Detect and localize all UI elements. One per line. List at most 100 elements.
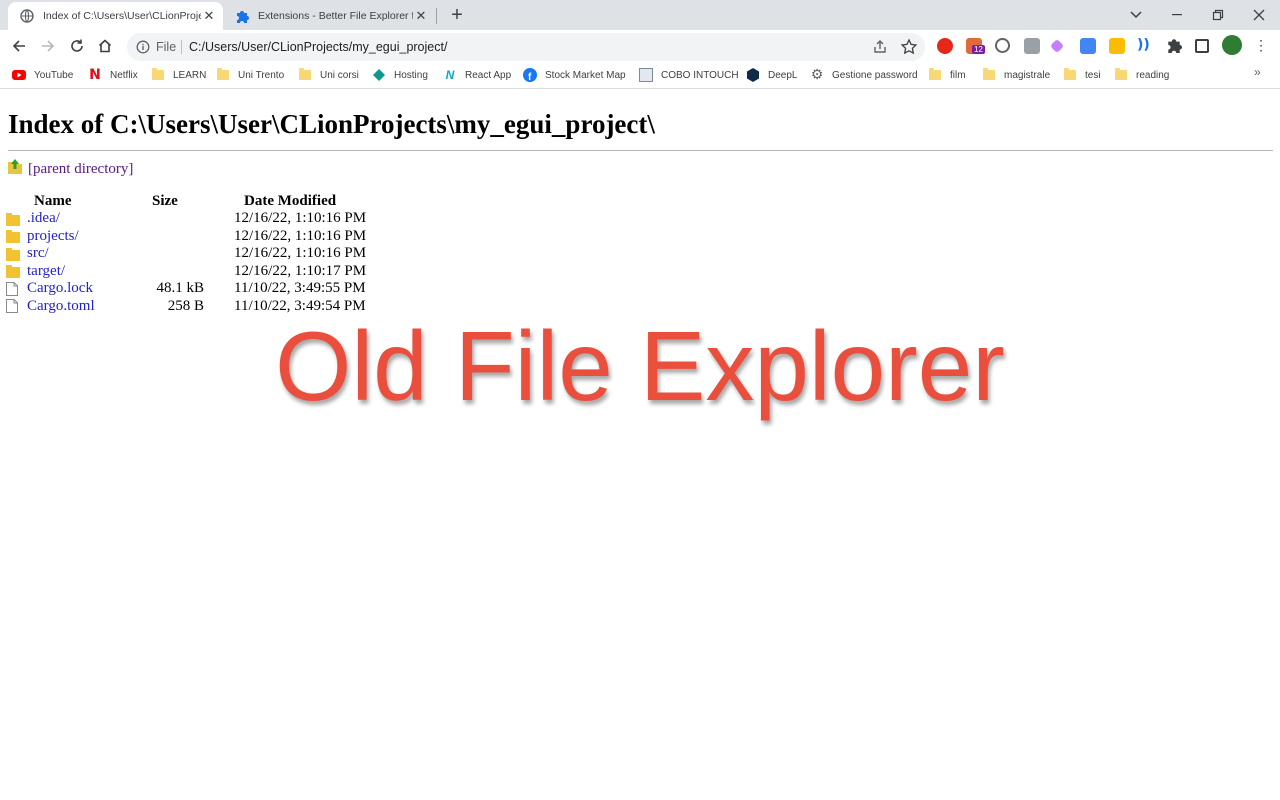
table-row: projects/ 12/16/22, 1:10:16 PM (6, 228, 366, 246)
folder-icon (6, 247, 20, 261)
table-header: Name Size Date Modified (6, 192, 366, 210)
bookmark-netflix[interactable]: N Netflix (88, 67, 138, 83)
bookmark-cobo-intouch[interactable]: COBO INTOUCH (639, 67, 739, 83)
entry-date: 12/16/22, 1:10:16 PM (234, 210, 367, 227)
column-date-header[interactable]: Date Modified (222, 192, 366, 210)
bookmark-label: Netflix (110, 69, 138, 81)
tab-search-icon[interactable] (1116, 0, 1156, 30)
page-title: Index of C:\Users\User\CLionProjects\my_… (8, 109, 655, 139)
entry-date: 12/16/22, 1:10:16 PM (234, 245, 367, 262)
bookmark-youtube[interactable]: YouTube (12, 67, 73, 83)
bookmark-label: magistrale (1004, 69, 1051, 81)
entry-link[interactable]: src/ (27, 245, 49, 262)
tab-title: Index of C:\Users\User\CLionProjects\my_… (43, 10, 201, 22)
close-window-icon[interactable] (1239, 0, 1279, 30)
bookmark-label: tesi (1085, 69, 1101, 81)
folder-icon (1114, 68, 1128, 82)
avatar[interactable] (1222, 35, 1242, 55)
bookmark-label: React App (465, 69, 512, 81)
bookmark-label: reading (1136, 69, 1170, 81)
table-row: src/ 12/16/22, 1:10:16 PM (6, 245, 366, 263)
tab-strip: Index of C:\Users\User\CLionProjects\my_… (0, 0, 1280, 30)
entry-link[interactable]: .idea/ (27, 210, 60, 227)
code-icon[interactable] (1024, 38, 1040, 54)
url-text[interactable]: C:/Users/User/CLionProjects/my_egui_proj… (189, 40, 447, 54)
tab-extensions[interactable]: Extensions - Better File Explorer for Ch… (223, 2, 435, 30)
entry-size (144, 263, 222, 281)
up-folder-icon (8, 159, 22, 179)
home-button[interactable] (93, 34, 117, 58)
bookmark-react-app[interactable]: N React App (443, 67, 512, 83)
folder-icon (298, 68, 312, 82)
bookmark-stock-market-map[interactable]: f Stock Market Map (523, 67, 626, 83)
close-tab-icon[interactable]: ✕ (413, 8, 429, 24)
parent-directory-link[interactable]: [parent directory] (28, 161, 133, 178)
bookmark-magistrale[interactable]: magistrale (982, 67, 1050, 83)
table-row: .idea/ 12/16/22, 1:10:16 PM (6, 210, 366, 228)
bookmarks-overflow-button[interactable]: » (1254, 65, 1261, 79)
column-size-header[interactable]: Size (144, 192, 222, 210)
browser-toolbar: File C:/Users/User/CLionProjects/my_egui… (0, 30, 1280, 62)
table-row: target/ 12/16/22, 1:10:17 PM (6, 263, 366, 281)
bookmark-label: YouTube (34, 69, 74, 81)
back-button[interactable] (7, 34, 31, 58)
puzzle-icon[interactable] (1166, 37, 1182, 53)
keep-icon[interactable] (1109, 38, 1125, 54)
react-icon: N (445, 68, 455, 82)
pen-icon[interactable] (1049, 38, 1065, 54)
bookmark-reading[interactable]: reading (1114, 67, 1169, 83)
file-table: Name Size Date Modified .idea/ 12/16/22,… (6, 192, 366, 315)
bookmark-gestione-password[interactable]: ⚙ Gestione password (810, 67, 918, 83)
wifi-icon[interactable]: )) (1137, 37, 1150, 53)
bookmark-label: film (950, 69, 966, 81)
adblock-icon[interactable] (937, 38, 953, 54)
translate-icon[interactable] (1080, 38, 1096, 54)
reload-button[interactable] (65, 34, 89, 58)
folder-icon (6, 212, 20, 226)
tab-title: Extensions - Better File Explorer for Ch… (258, 10, 413, 22)
scheme-label: File (156, 40, 177, 54)
bookmark-hosting[interactable]: Hosting (372, 67, 428, 83)
bookmark-deepl[interactable]: DeepL (746, 67, 797, 83)
facebook-icon: f (523, 68, 537, 82)
address-bar[interactable]: File C:/Users/User/CLionProjects/my_egui… (127, 33, 925, 61)
folder-icon (6, 264, 20, 279)
entry-date: 12/16/22, 1:10:16 PM (234, 227, 367, 244)
new-tab-button[interactable]: + (447, 4, 467, 26)
cobo-icon (639, 68, 653, 82)
side-panel-icon[interactable] (1195, 39, 1209, 53)
column-name-header[interactable]: Name (6, 192, 144, 210)
bookmark-uni-trento[interactable]: Uni Trento (216, 67, 284, 83)
bookmark-film[interactable]: film (928, 67, 966, 83)
file-icon (6, 281, 20, 296)
bookmark-uni-corsi[interactable]: Uni corsi (298, 67, 359, 83)
star-icon[interactable] (900, 38, 918, 56)
forward-button[interactable] (36, 34, 60, 58)
entry-link[interactable]: target/ (27, 263, 65, 280)
entry-size (144, 228, 222, 246)
info-icon[interactable] (136, 40, 150, 54)
entry-link[interactable]: projects/ (27, 228, 79, 245)
overlay-caption: Old File Explorer (275, 311, 1005, 421)
tab-index[interactable]: Index of C:\Users\User\CLionProjects\my_… (8, 2, 223, 30)
menu-icon[interactable]: ⋮ (1254, 37, 1268, 54)
entry-link[interactable]: Cargo.lock (27, 280, 93, 297)
bookmark-label: Uni Trento (238, 69, 285, 81)
close-tab-icon[interactable]: ✕ (201, 8, 217, 24)
folder-icon (216, 68, 230, 82)
folder-icon (1063, 68, 1077, 82)
bookmark-label: COBO INTOUCH (661, 69, 739, 81)
entry-size (144, 245, 222, 263)
minimize-icon[interactable] (1157, 0, 1197, 30)
bookmark-tesi[interactable]: tesi (1063, 67, 1101, 83)
folder-icon (6, 229, 20, 244)
entry-date: 11/10/22, 3:49:55 PM (234, 280, 366, 297)
restore-icon[interactable] (1198, 0, 1238, 30)
bookmark-label: Stock Market Map (545, 69, 626, 81)
page-content: Index of C:\Users\User\CLionProjects\my_… (0, 89, 1280, 800)
share-icon[interactable] (872, 39, 888, 55)
bookmark-learn[interactable]: LEARN (151, 67, 206, 83)
speed-icon[interactable] (995, 38, 1010, 53)
tab-separator (436, 8, 437, 24)
divider (8, 150, 1273, 151)
